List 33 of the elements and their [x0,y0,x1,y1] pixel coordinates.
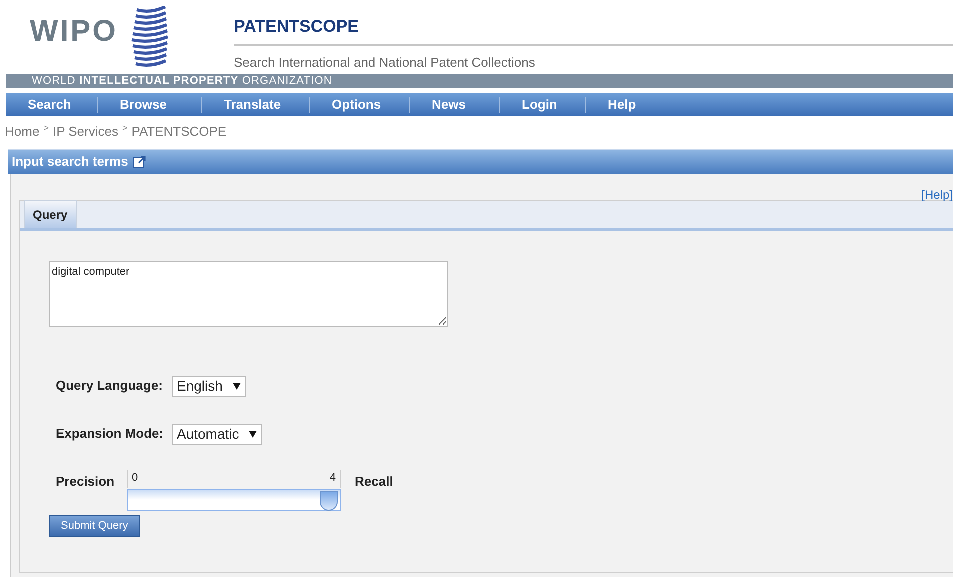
expansion-select[interactable]: Automatic [172,424,262,444]
nav-link[interactable]: Search [6,96,98,112]
logo-text: WIPO [30,16,118,48]
slider-min-label: 0 [132,471,138,486]
organization-name: WORLD INTELLECTUAL PROPERTY ORGANIZATION [32,74,332,88]
slider-thumb[interactable] [320,491,338,511]
nav-link[interactable]: Translate [202,96,310,112]
dropdown-caret-icon [232,382,241,390]
panel-title: Input search terms [12,153,128,172]
query-input[interactable]: digital computer [49,261,448,327]
breadcrumb-separator: > [44,122,49,135]
dropdown-caret-icon [249,430,258,438]
help-link[interactable]: [Help] [922,186,953,200]
breadcrumb-link[interactable]: IP Services [52,122,118,142]
breadcrumb-separator: > [122,122,128,135]
external-link-icon [133,155,148,169]
site-title: PATENTSCOPE [234,16,359,35]
nav-link[interactable]: News [410,96,500,112]
slider-max-label: 4 [330,471,336,486]
language-select[interactable]: English [172,376,246,396]
query-tab[interactable]: Query [24,200,77,228]
field-label: Expansion Mode: [56,425,165,444]
nav-link[interactable]: Help [586,96,666,112]
submit-button[interactable]: Submit Query [49,515,140,537]
nav-link[interactable]: Browse [98,96,202,112]
breadcrumb-link[interactable]: PATENTSCOPE [132,122,227,142]
breadcrumb-link[interactable]: Home [5,122,40,142]
nav-link[interactable]: Login [500,96,586,112]
nav-link[interactable]: Options [310,96,410,112]
field-label: Query Language: [56,377,164,396]
slider-left-label: Precision [56,473,116,491]
slider-right-label: Recall [355,473,394,491]
site-subtitle: Search International and National Patent Collections [234,54,536,72]
